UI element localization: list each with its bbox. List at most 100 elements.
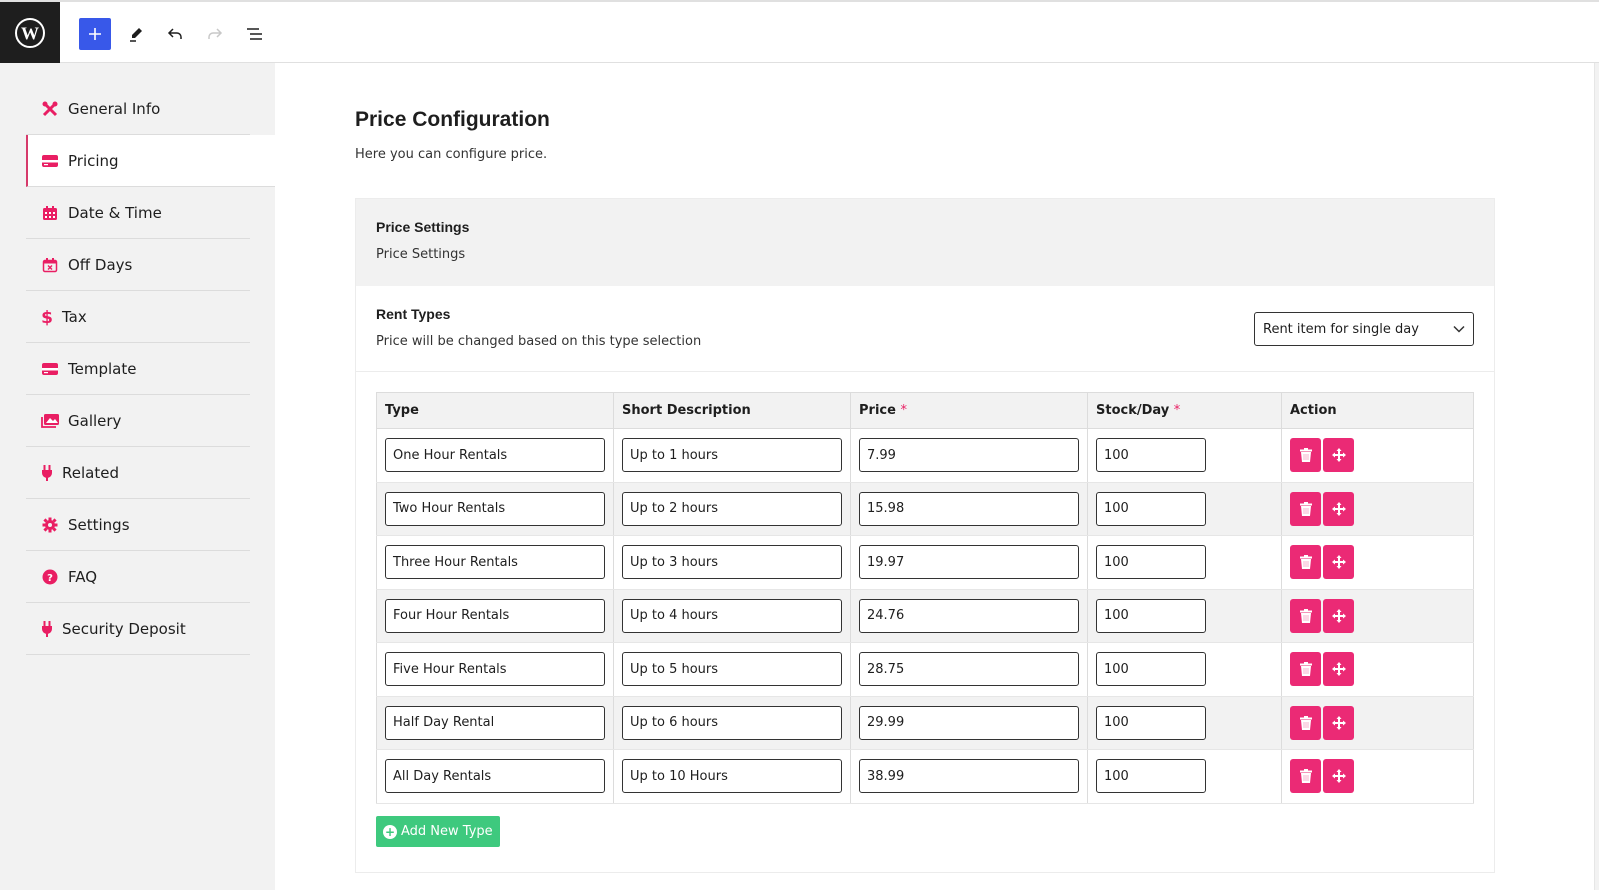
sidebar-item-related[interactable]: Related bbox=[26, 447, 250, 499]
type-input[interactable]: All Day Rentals bbox=[385, 759, 605, 794]
sidebar-item-pricing[interactable]: Pricing bbox=[26, 135, 275, 187]
stock-input[interactable]: 100 bbox=[1096, 438, 1206, 473]
sidebar-item-label: Tax bbox=[62, 307, 87, 326]
delete-row-button[interactable] bbox=[1290, 491, 1321, 526]
sidebar-item-date-time[interactable]: Date & Time bbox=[26, 187, 250, 239]
wordpress-logo[interactable]: W bbox=[0, 2, 60, 63]
description-input[interactable]: Up to 3 hours bbox=[622, 545, 842, 580]
type-input[interactable]: Two Hour Rentals bbox=[385, 491, 605, 526]
drag-row-handle[interactable] bbox=[1323, 491, 1354, 526]
sidebar-item-label: Security Deposit bbox=[62, 619, 186, 638]
page-title: Price Configuration bbox=[355, 108, 550, 131]
drag-row-handle[interactable] bbox=[1323, 652, 1354, 687]
sidebar-item-gallery[interactable]: Gallery bbox=[26, 395, 250, 447]
price-input[interactable]: 28.75 bbox=[859, 652, 1079, 687]
plus-icon bbox=[89, 28, 101, 40]
price-input[interactable]: 38.99 bbox=[859, 759, 1079, 794]
row-actions bbox=[1290, 545, 1465, 580]
edit-tool-button[interactable] bbox=[120, 18, 152, 50]
type-input[interactable]: Three Hour Rentals bbox=[385, 545, 605, 580]
move-icon bbox=[1331, 715, 1346, 730]
action-cell bbox=[1281, 428, 1474, 483]
sidebar-item-off-days[interactable]: Off Days bbox=[26, 239, 250, 291]
settings-sidebar: General Info Pricing Date & Time Off Day… bbox=[0, 63, 275, 890]
price-input[interactable]: 7.99 bbox=[859, 438, 1079, 473]
description-input[interactable]: Up to 4 hours bbox=[622, 598, 842, 633]
stock-input[interactable]: 100 bbox=[1096, 759, 1206, 794]
wordpress-icon: W bbox=[15, 17, 45, 48]
description-input[interactable]: Up to 1 hours bbox=[622, 438, 842, 473]
delete-row-button[interactable] bbox=[1290, 759, 1321, 794]
price-input[interactable]: 24.76 bbox=[859, 598, 1079, 633]
chevron-down-icon bbox=[1453, 325, 1465, 333]
delete-row-button[interactable] bbox=[1290, 652, 1321, 687]
sidebar-item-settings[interactable]: Settings bbox=[26, 499, 250, 551]
table-row: Five Hour Rentals Up to 5 hours 28.75 100 bbox=[376, 642, 1474, 697]
type-input[interactable]: Half Day Rental bbox=[385, 705, 605, 740]
description-input[interactable]: Up to 6 hours bbox=[622, 705, 842, 740]
description-input[interactable]: Up to 10 Hours bbox=[622, 759, 842, 794]
stock-cell: 100 bbox=[1087, 589, 1282, 643]
type-input[interactable]: Four Hour Rentals bbox=[385, 598, 605, 633]
stock-cell: 100 bbox=[1087, 749, 1282, 804]
delete-row-button[interactable] bbox=[1290, 545, 1321, 580]
price-cell: 28.75 bbox=[850, 642, 1088, 697]
delete-row-button[interactable] bbox=[1290, 438, 1321, 473]
description-input[interactable]: Up to 2 hours bbox=[622, 491, 842, 526]
plus-circle-icon: + bbox=[383, 824, 397, 839]
type-input[interactable]: One Hour Rentals bbox=[385, 438, 605, 473]
add-block-button[interactable] bbox=[79, 18, 111, 50]
stock-input[interactable]: 100 bbox=[1096, 652, 1206, 687]
sidebar-item-label: FAQ bbox=[68, 567, 98, 586]
delete-row-button[interactable] bbox=[1290, 598, 1321, 633]
table-row: Half Day Rental Up to 6 hours 29.99 100 bbox=[376, 696, 1474, 750]
column-header-action: Action bbox=[1281, 392, 1474, 429]
drag-row-handle[interactable] bbox=[1323, 705, 1354, 740]
sidebar-item-general-info[interactable]: General Info bbox=[26, 83, 250, 135]
type-input[interactable]: Five Hour Rentals bbox=[385, 652, 605, 687]
stock-input[interactable]: 100 bbox=[1096, 598, 1206, 633]
sidebar-item-label: Date & Time bbox=[68, 203, 162, 222]
price-cell: 38.99 bbox=[850, 749, 1088, 804]
price-input[interactable]: 15.98 bbox=[859, 491, 1079, 526]
undo-button[interactable] bbox=[159, 18, 191, 50]
type-cell: Two Hour Rentals bbox=[376, 482, 614, 536]
stock-cell: 100 bbox=[1087, 642, 1282, 697]
sidebar-item-faq[interactable]: ? FAQ bbox=[26, 551, 250, 603]
drag-row-handle[interactable] bbox=[1323, 598, 1354, 633]
row-actions bbox=[1290, 598, 1465, 633]
trash-icon bbox=[1299, 715, 1312, 730]
drag-row-handle[interactable] bbox=[1323, 438, 1354, 473]
svg-text:W: W bbox=[21, 23, 39, 43]
price-input[interactable]: 29.99 bbox=[859, 705, 1079, 740]
column-header-description: Short Description bbox=[613, 392, 851, 429]
delete-row-button[interactable] bbox=[1290, 705, 1321, 740]
sidebar-item-template[interactable]: Template bbox=[26, 343, 250, 395]
plug-icon bbox=[40, 620, 54, 638]
price-cell: 15.98 bbox=[850, 482, 1088, 536]
rent-types-section: Rent Types Price will be changed based o… bbox=[356, 286, 1494, 372]
stock-input[interactable]: 100 bbox=[1096, 545, 1206, 580]
sidebar-item-tax[interactable]: $ Tax bbox=[26, 291, 250, 343]
add-new-type-label: Add New Type bbox=[401, 824, 493, 839]
stock-input[interactable]: 100 bbox=[1096, 491, 1206, 526]
rent-type-select[interactable]: Rent item for single day bbox=[1254, 312, 1474, 346]
sidebar-item-security-deposit[interactable]: Security Deposit bbox=[26, 603, 250, 655]
price-input[interactable]: 19.97 bbox=[859, 545, 1079, 580]
description-input[interactable]: Up to 5 hours bbox=[622, 652, 842, 687]
move-icon bbox=[1331, 501, 1346, 516]
stock-input[interactable]: 100 bbox=[1096, 705, 1206, 740]
scrollbar[interactable] bbox=[1594, 63, 1599, 890]
row-actions bbox=[1290, 705, 1465, 740]
drag-row-handle[interactable] bbox=[1323, 759, 1354, 794]
action-cell bbox=[1281, 482, 1474, 536]
drag-row-handle[interactable] bbox=[1323, 545, 1354, 580]
editor-toolbar: W bbox=[0, 0, 1599, 63]
add-new-type-button[interactable]: + Add New Type bbox=[376, 816, 500, 847]
redo-button[interactable] bbox=[199, 18, 231, 50]
rent-type-selected-value: Rent item for single day bbox=[1263, 321, 1419, 337]
type-cell: Half Day Rental bbox=[376, 696, 614, 750]
document-overview-button[interactable] bbox=[239, 18, 271, 50]
main-content: Price Configuration Here you can configu… bbox=[275, 63, 1599, 890]
type-cell: Three Hour Rentals bbox=[376, 535, 614, 590]
